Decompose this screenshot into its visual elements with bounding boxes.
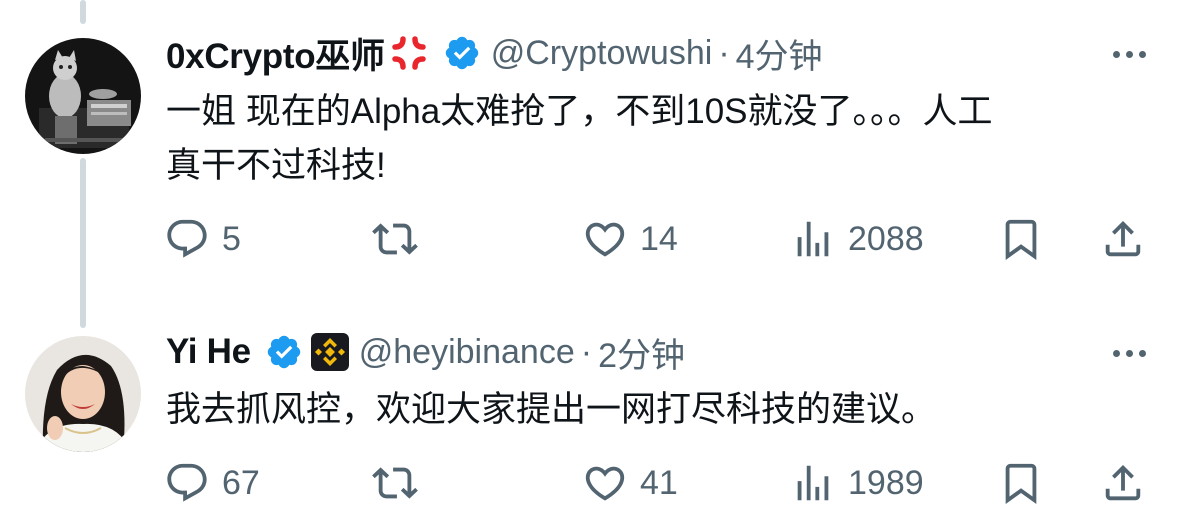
share-icon — [1100, 460, 1146, 506]
avatar[interactable] — [25, 336, 141, 452]
separator-dot: · — [718, 33, 730, 72]
bookmark-icon — [998, 216, 1044, 262]
share-icon — [1100, 216, 1146, 262]
binance-icon[interactable] — [310, 333, 349, 371]
avatar[interactable] — [25, 38, 141, 154]
view-count: 2088 — [848, 219, 924, 258]
verified-badge-icon — [443, 34, 481, 72]
analytics-icon — [790, 460, 836, 506]
author-handle[interactable]: @Cryptowushi — [491, 34, 713, 73]
heart-icon — [582, 460, 628, 506]
bookmark-button[interactable] — [998, 214, 1044, 264]
more-options-icon[interactable] — [1113, 51, 1146, 58]
tweet-header: Yi He @heyibinance · 2分钟 — [166, 328, 685, 377]
author-name[interactable]: Yi He — [166, 332, 251, 372]
retweet-button[interactable] — [372, 214, 430, 264]
views-button[interactable]: 2088 — [790, 214, 924, 264]
analytics-icon — [790, 216, 836, 262]
retweet-icon — [372, 460, 418, 506]
bookmark-icon — [998, 460, 1044, 506]
retweet-icon — [372, 216, 418, 262]
anger-symbol-icon — [389, 33, 429, 73]
reply-icon — [164, 460, 210, 506]
share-button[interactable] — [1100, 458, 1146, 506]
heart-icon — [582, 216, 628, 262]
author-handle[interactable]: @heyibinance — [359, 333, 575, 372]
more-options-icon[interactable] — [1113, 350, 1146, 357]
tweet-actions: 5 14 2088 — [164, 214, 1146, 264]
like-count: 41 — [640, 463, 678, 502]
tweet-text-line: 一姐 现在的Alpha太难抢了，不到10S就没了。。。人工 — [166, 92, 993, 131]
timestamp[interactable]: 2分钟 — [598, 328, 685, 377]
view-count: 1989 — [848, 463, 924, 502]
like-button[interactable]: 14 — [582, 214, 678, 264]
reply-icon — [164, 216, 210, 262]
tweet-text-line: 我去抓风控，欢迎大家提出一网打尽科技的建议。 — [166, 390, 937, 429]
share-button[interactable] — [1100, 214, 1146, 264]
tweet-actions: 67 41 1989 — [164, 458, 1146, 506]
tweet-text: 一姐 现在的Alpha太难抢了，不到10S就没了。。。人工 真干不过科技! — [166, 85, 1146, 193]
reply-count: 67 — [222, 463, 260, 502]
views-button[interactable]: 1989 — [790, 458, 924, 506]
timestamp[interactable]: 4分钟 — [736, 29, 823, 78]
reply-count: 5 — [222, 219, 241, 258]
separator-dot: · — [580, 332, 593, 371]
retweet-button[interactable] — [372, 458, 430, 506]
bookmark-button[interactable] — [998, 458, 1044, 506]
thread-line — [80, 0, 86, 24]
verified-badge-icon — [265, 333, 303, 371]
tweet-text-line: 真干不过科技! — [166, 146, 386, 185]
reply-button[interactable]: 67 — [164, 458, 260, 506]
like-button[interactable]: 41 — [582, 458, 678, 506]
like-count: 14 — [640, 219, 678, 258]
reply-button[interactable]: 5 — [164, 214, 241, 264]
tweet-text: 我去抓风控，欢迎大家提出一网打尽科技的建议。 — [166, 383, 1146, 437]
thread-line — [80, 158, 86, 328]
tweet-header: 0xCrypto巫师 @Cryptowushi · 4分钟 — [166, 29, 823, 78]
author-name[interactable]: 0xCrypto巫师 — [166, 28, 385, 79]
